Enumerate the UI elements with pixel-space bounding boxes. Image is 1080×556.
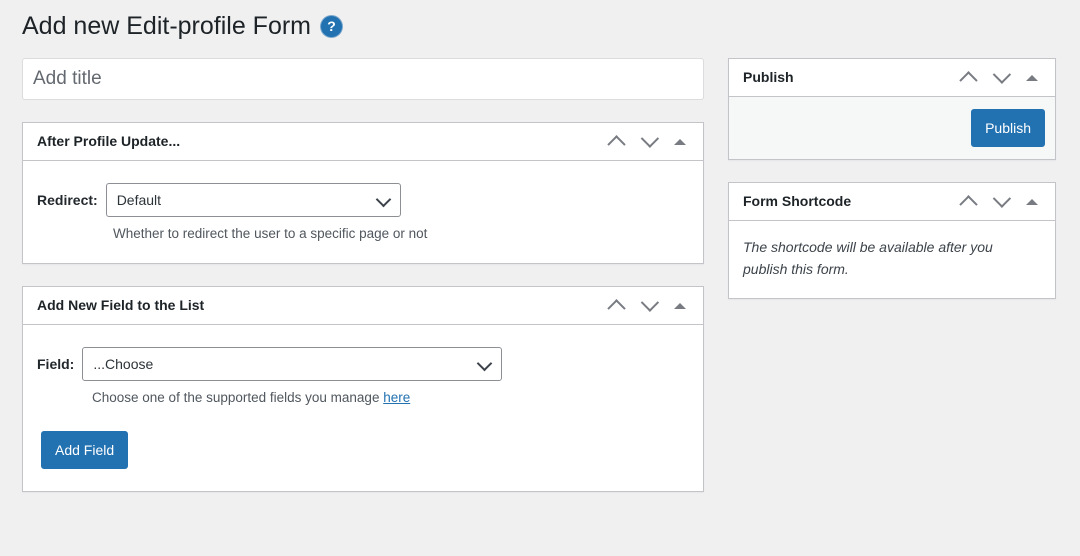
panel-header[interactable]: Publish [729,59,1055,97]
field-description: Choose one of the supported fields you m… [92,390,685,405]
panel-form-shortcode: Form Shortcode The shortcode will be ava… [728,182,1056,300]
panel-handle-actions [953,187,1047,217]
chevron-up-icon[interactable] [953,187,983,217]
publish-actions: Publish [729,97,1055,159]
chevron-down-icon[interactable] [985,63,1015,93]
add-field-button-wrap: Add Field [41,431,685,469]
redirect-select-wrap: Default [105,183,401,217]
panel-title: Form Shortcode [743,192,852,209]
redirect-select[interactable]: Default [105,183,401,217]
page-title: Add new Edit-profile Form [22,11,312,40]
chevron-up-icon[interactable] [601,291,631,321]
panel-header[interactable]: Add New Field to the List [23,287,703,325]
redirect-field-row: Redirect: Default [37,183,685,217]
field-select-row: Field: ...Choose [37,347,685,381]
panel-handle-actions [601,127,695,157]
panel-body: Field: ...Choose Choose one of the suppo… [23,325,703,491]
page-columns: After Profile Update... Redirect: Defaul… [0,44,1080,492]
redirect-description: Whether to redirect the user to a specif… [113,226,428,241]
panel-add-new-field: Add New Field to the List Field: ...Choo… [22,286,704,492]
panel-handle-actions [601,291,695,321]
triangle-up-icon[interactable] [665,291,695,321]
chevron-down-icon[interactable] [633,127,663,157]
panel-after-profile-update: After Profile Update... Redirect: Defaul… [22,122,704,264]
field-description-text: Choose one of the supported fields you m… [92,390,384,405]
add-field-button[interactable]: Add Field [41,431,129,469]
chevron-up-icon[interactable] [953,63,983,93]
chevron-down-icon[interactable] [633,291,663,321]
post-title-input[interactable] [22,58,704,100]
panel-body: Redirect: Default Whether to redirect th… [23,161,703,263]
triangle-up-icon[interactable] [1017,187,1047,217]
publish-button[interactable]: Publish [971,109,1045,147]
manage-fields-link[interactable]: here [383,390,410,405]
redirect-label: Redirect: [37,192,98,208]
page-header: Add new Edit-profile Form ? [0,0,1080,44]
shortcode-message: The shortcode will be available after yo… [743,239,993,277]
panel-title: Add New Field to the List [37,296,205,313]
panel-handle-actions [953,63,1047,93]
triangle-up-icon[interactable] [665,127,695,157]
triangle-up-icon[interactable] [1017,63,1047,93]
sidebar-column: Publish Publish Form Shortcode The short… [728,58,1056,300]
panel-title: Publish [743,68,794,85]
panel-header[interactable]: Form Shortcode [729,183,1055,221]
panel-publish: Publish Publish [728,58,1056,160]
chevron-up-icon[interactable] [601,127,631,157]
field-select-wrap: ...Choose [82,347,503,381]
field-label: Field: [37,356,75,372]
panel-title: After Profile Update... [37,132,181,149]
main-column: After Profile Update... Redirect: Defaul… [22,58,704,492]
help-circle-icon[interactable]: ? [321,15,343,37]
wp-admin-page: Add new Edit-profile Form ? After Profil… [0,0,1080,556]
chevron-down-icon[interactable] [985,187,1015,217]
field-select[interactable]: ...Choose [82,347,503,381]
panel-header[interactable]: After Profile Update... [23,123,703,161]
